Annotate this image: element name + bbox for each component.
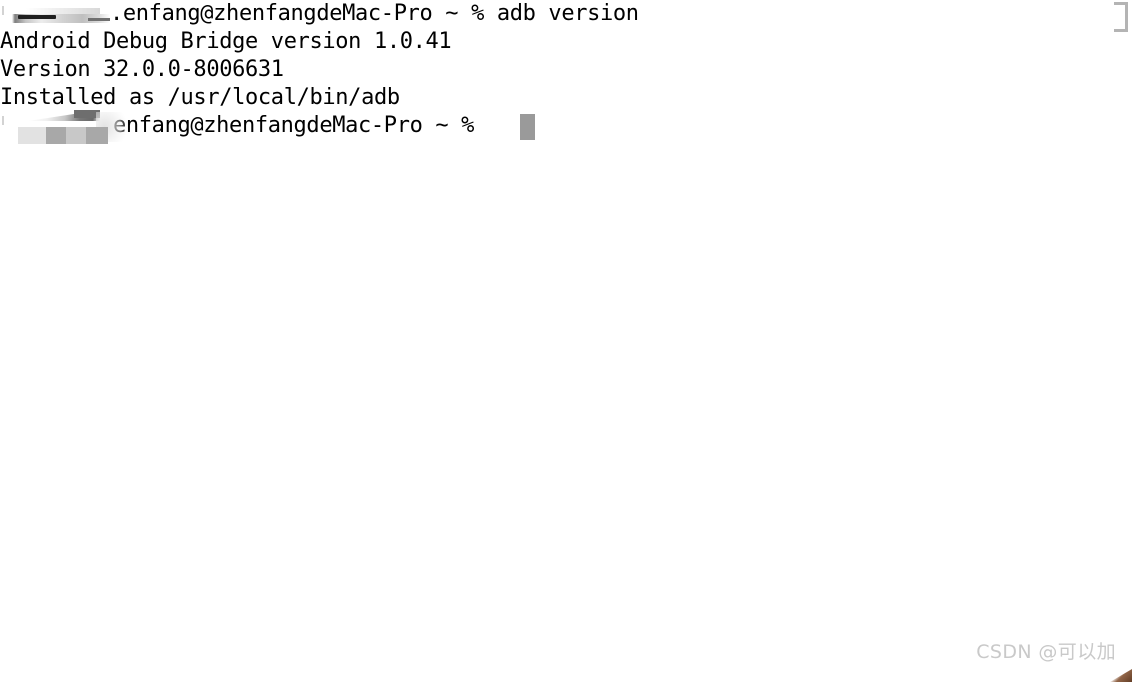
terminal-line-prompt: enfang@zhenfangdeMac-Pro ~ % (113, 113, 475, 138)
terminal-cursor (520, 114, 535, 140)
csdn-watermark: CSDN @可以加 (976, 641, 1116, 663)
terminal-line-output-2: Version 32.0.0-8006631 (0, 57, 284, 82)
terminal-line-output-1: Android Debug Bridge version 1.0.41 (0, 29, 452, 54)
bracket-mark-icon (1114, 2, 1128, 32)
corner-artifact-icon (1110, 669, 1132, 682)
terminal-line-output-3: Installed as /usr/local/bin/adb (0, 85, 400, 110)
terminal-window[interactable]: .enfang@zhenfangdeMac-Pro ~ % adb versio… (0, 0, 1132, 682)
terminal-line-command: .enfang@zhenfangdeMac-Pro ~ % adb versio… (110, 1, 639, 26)
